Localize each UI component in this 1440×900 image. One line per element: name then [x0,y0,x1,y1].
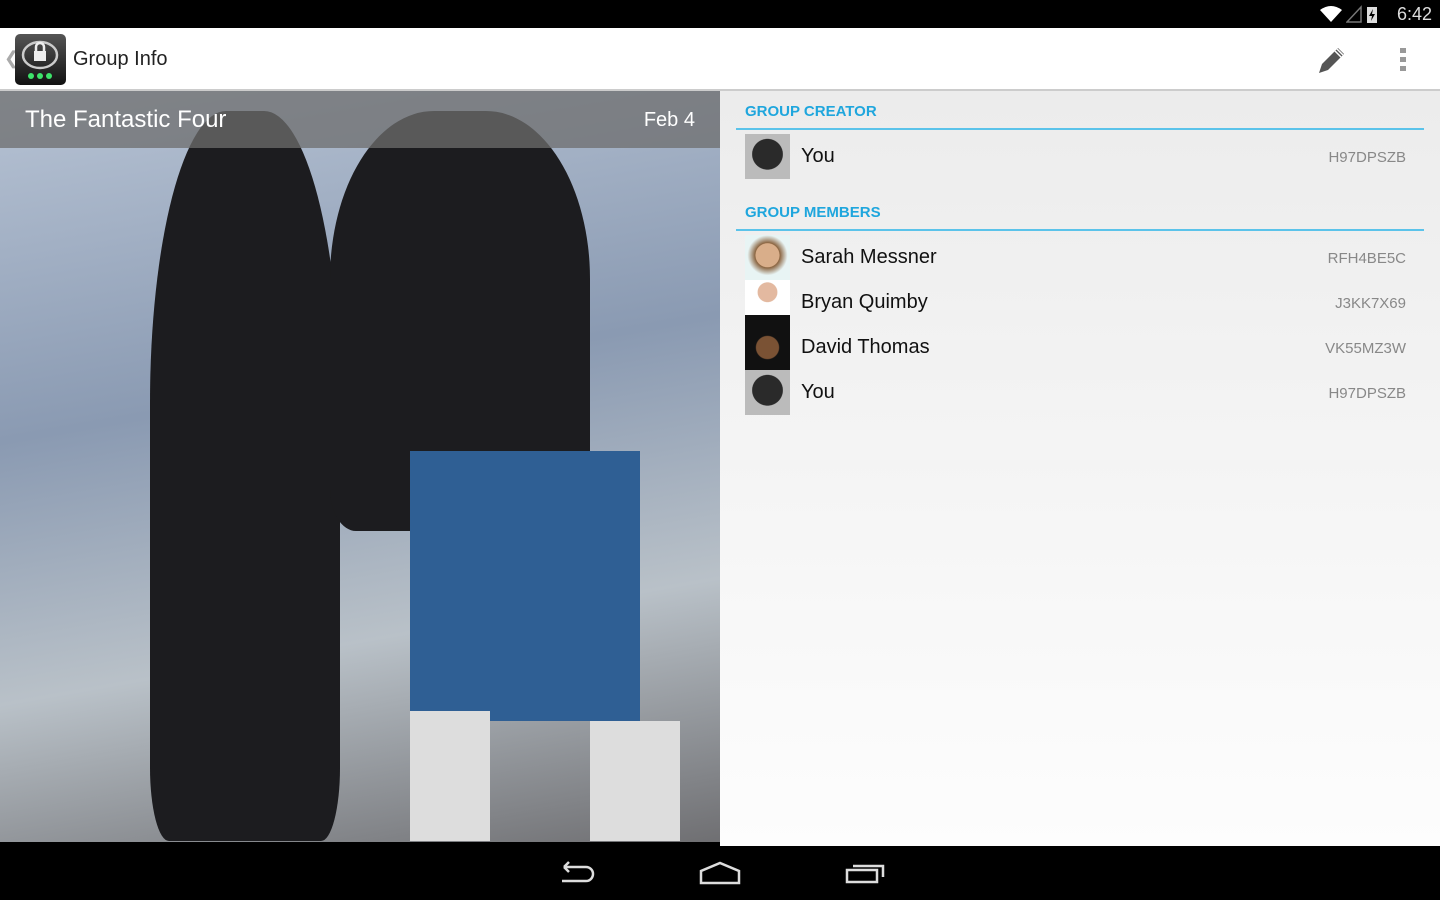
group-members-header: GROUP MEMBERS [736,204,1424,231]
member-row[interactable]: Bryan Quimby J3KK7X69 [745,280,1406,325]
member-id: RFH4BE5C [1327,250,1406,267]
member-name: Sarah Messner [801,246,937,268]
back-icon[interactable] [556,861,596,885]
avatar [745,280,790,325]
member-id: H97DPSZB [1328,149,1406,166]
group-caption: The Fantastic Four Feb 4 [0,91,720,148]
group-name: The Fantastic Four [25,106,227,133]
battery-charging-icon [1367,7,1377,23]
member-id: VK55MZ3W [1325,340,1406,357]
page-title: Group Info [73,48,168,70]
signal-icon [1346,5,1362,23]
status-bar: 6:42 [0,0,1440,28]
app-logo-icon[interactable] [15,34,66,85]
group-creator-header: GROUP CREATOR [736,103,1424,130]
overflow-menu-icon[interactable] [1398,47,1408,73]
group-date: Feb 4 [643,109,695,131]
member-row[interactable]: Sarah Messner RFH4BE5C [745,235,1406,280]
avatar [745,325,790,370]
navigation-bar [0,846,1440,900]
wifi-icon [1320,6,1342,22]
action-bar: ❮ Group Info [0,28,1440,91]
member-name: Bryan Quimby [801,291,928,313]
member-row[interactable]: You H97DPSZB [745,370,1406,415]
recent-apps-icon[interactable] [845,861,887,885]
member-name: David Thomas [801,336,930,358]
member-name: You [801,381,835,403]
member-row[interactable]: You H97DPSZB [745,134,1406,179]
members-panel: GROUP CREATOR You H97DPSZB GROUP MEMBERS… [720,91,1440,846]
home-icon[interactable] [699,861,741,885]
avatar [745,235,790,280]
edit-icon[interactable] [1316,44,1348,76]
avatar [745,370,790,415]
clock: 6:42 [1396,4,1432,24]
avatar [745,134,790,179]
member-id: J3KK7X69 [1335,295,1406,312]
member-name: You [801,145,835,167]
member-id: H97DPSZB [1328,385,1406,402]
member-row[interactable]: David Thomas VK55MZ3W [745,325,1406,370]
group-photo[interactable]: The Fantastic Four Feb 4 [0,91,720,842]
